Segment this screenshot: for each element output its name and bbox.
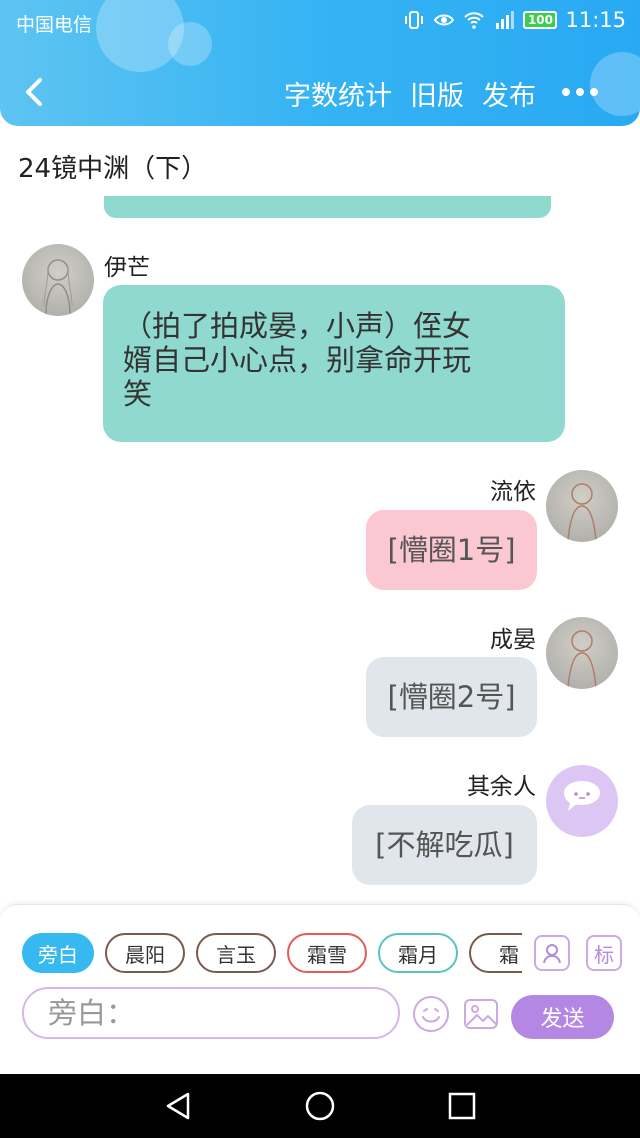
vibrate-icon: [405, 11, 424, 29]
tag-button[interactable]: 标: [586, 935, 622, 971]
message-bubble[interactable]: [不解吃瓜]: [352, 805, 537, 885]
sketch-portrait-icon: [43, 259, 73, 315]
page-title: 24镜中渊（下）: [18, 154, 208, 184]
sender-name: 伊芒: [104, 255, 150, 281]
role-chip-active[interactable]: 旁白: [22, 933, 94, 973]
eye-icon: [434, 14, 455, 26]
avatar[interactable]: [546, 470, 618, 542]
role-chip[interactable]: 霜: [469, 933, 522, 973]
word-count-button[interactable]: 字数统计: [284, 74, 392, 113]
status-bar: 中国电信 100 11:15: [0, 0, 640, 44]
carrier-label: 中国电信: [16, 14, 93, 36]
role-chip[interactable]: 霜月: [378, 933, 458, 973]
role-chip-list[interactable]: 旁白 晨阳 言玉 霜雪 霜月霜: [22, 933, 522, 975]
status-indicators: 100 11:15: [403, 8, 626, 32]
message-line: 婿自己小心点，别拿命开玩: [123, 343, 472, 377]
nav-actions: 字数统计 旧版 发布: [284, 74, 536, 113]
message-line: 笑: [123, 377, 153, 411]
avatar[interactable]: [546, 617, 618, 689]
wifi-icon: [464, 12, 485, 29]
avatar[interactable]: [546, 765, 618, 837]
message-bubble[interactable]: （拍了拍成晏，小声）侄女 婿自己小心点，别拿命开玩 笑: [103, 285, 565, 442]
sender-name: 其余人: [467, 774, 536, 800]
chat-bubble-icon: [564, 781, 600, 811]
tag-label: 标: [594, 942, 614, 967]
battery-indicator: 100: [523, 11, 558, 29]
message-line: （拍了拍成晏，小声）侄女: [123, 309, 472, 343]
avatar[interactable]: [22, 244, 94, 316]
old-version-button[interactable]: 旧版: [410, 74, 464, 113]
image-icon[interactable]: [462, 995, 500, 1033]
nav-back-icon[interactable]: [162, 1090, 194, 1122]
back-arrow-icon[interactable]: [18, 74, 52, 110]
person-card-icon: [543, 944, 561, 964]
role-chip[interactable]: 霜雪: [287, 933, 367, 973]
nav-home-icon[interactable]: [304, 1090, 336, 1122]
role-chip[interactable]: 言玉: [196, 933, 276, 973]
message-text: [懵圈1号]: [387, 533, 516, 567]
role-manage-button[interactable]: [534, 935, 570, 971]
sender-name: 成晏: [490, 627, 536, 653]
send-button[interactable]: 发送: [511, 995, 614, 1039]
role-chip[interactable]: 晨阳: [105, 933, 185, 973]
message-text: [不解吃瓜]: [375, 828, 514, 862]
input-placeholder: 旁白：: [48, 996, 136, 1030]
signal-icon: [496, 11, 515, 29]
message-bubble[interactable]: [懵圈1号]: [366, 510, 537, 590]
publish-button[interactable]: 发布: [482, 74, 536, 113]
nav-bar: 字数统计 旧版 发布: [0, 60, 640, 124]
nav-recents-icon[interactable]: [446, 1090, 478, 1122]
message-bubble-partial: [104, 196, 551, 218]
app-header: 中国电信 100 11:15 字数统计 旧版 发布: [0, 0, 640, 126]
message-input[interactable]: 旁白：: [22, 987, 400, 1039]
message-text: [懵圈2号]: [387, 680, 516, 714]
input-panel: 旁白 晨阳 言玉 霜雪 霜月霜 标 旁白： 发送: [0, 904, 640, 1074]
sketch-portrait-icon: [567, 483, 597, 541]
emoji-icon[interactable]: [412, 995, 450, 1033]
system-nav-bar: [0, 1074, 640, 1138]
more-icon[interactable]: [560, 74, 600, 110]
sketch-portrait-icon: [567, 630, 597, 688]
chat-area[interactable]: 伊芒 （拍了拍成晏，小声）侄女 婿自己小心点，别拿命开玩 笑 流依 [懵圈1号]…: [0, 196, 640, 902]
sender-name: 流依: [490, 479, 536, 505]
message-bubble[interactable]: [懵圈2号]: [366, 657, 537, 737]
clock: 11:15: [565, 8, 626, 32]
